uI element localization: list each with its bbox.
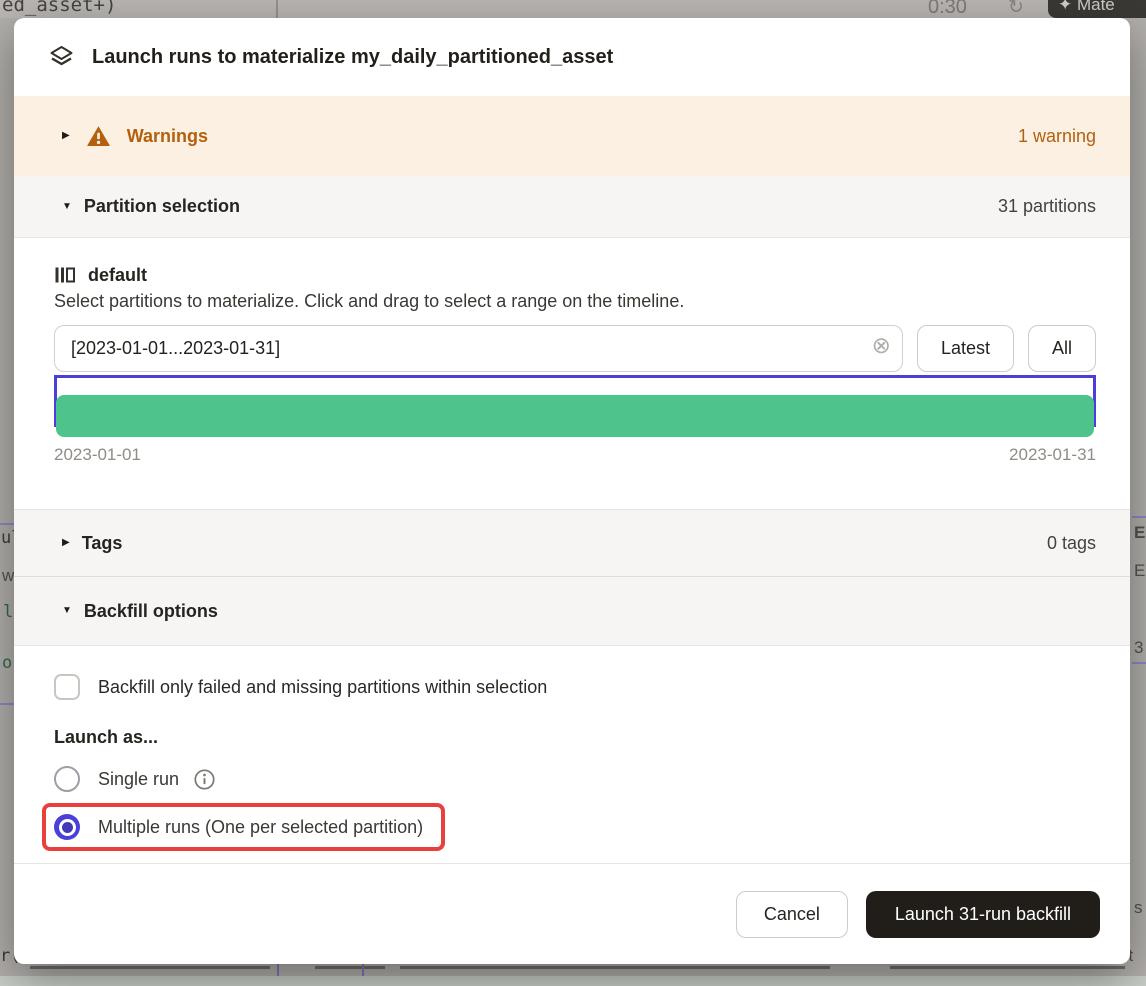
- partition-dimension-icon: [54, 264, 76, 286]
- backfill-options-label: Backfill options: [84, 601, 218, 622]
- background-clipped-text: [890, 966, 1125, 969]
- warnings-count: 1 warning: [1018, 126, 1096, 147]
- info-icon[interactable]: [193, 768, 216, 791]
- failed-missing-checkbox[interactable]: [54, 674, 80, 700]
- background-clipped-text: [400, 966, 830, 969]
- tags-count: 0 tags: [1047, 533, 1096, 554]
- partition-timeline[interactable]: [54, 375, 1096, 437]
- warnings-section-header[interactable]: ▶ Warnings 1 warning: [14, 96, 1130, 176]
- partition-range-input[interactable]: [54, 325, 903, 372]
- cancel-button[interactable]: Cancel: [736, 891, 848, 938]
- dialog-title: Launch runs to materialize my_daily_part…: [92, 46, 613, 69]
- picker-helper-text: Select partitions to materialize. Click …: [54, 291, 1096, 312]
- background-left-fragment: o: [2, 653, 12, 673]
- caret-down-icon: ▼: [62, 606, 72, 616]
- background-line: [1132, 662, 1146, 664]
- tags-section-header[interactable]: ▶ Tags 0 tags: [14, 509, 1130, 577]
- materialize-button-label: ✦ Mate: [1058, 0, 1115, 15]
- multiple-runs-label: Multiple runs (One per selected partitio…: [98, 817, 423, 838]
- single-run-label: Single run: [98, 769, 179, 790]
- clear-input-icon[interactable]: ⊗: [872, 335, 891, 358]
- background-left-fragment: w: [2, 566, 14, 586]
- all-button[interactable]: All: [1028, 325, 1096, 372]
- background-right-fragment: E: [1134, 523, 1145, 543]
- background-asset-name-fragment: ed_asset+): [2, 0, 116, 16]
- background-line: [0, 523, 14, 525]
- multiple-runs-radio[interactable]: [54, 814, 80, 840]
- tags-label: Tags: [82, 533, 123, 554]
- timeline-start-label: 2023-01-01: [54, 445, 141, 465]
- failed-missing-checkbox-label: Backfill only failed and missing partiti…: [98, 677, 547, 698]
- background-clipped-text: [315, 966, 385, 969]
- background-right-fragment: s: [1134, 898, 1143, 918]
- partition-picker: default Select partitions to materialize…: [14, 238, 1130, 509]
- timeline-end-label: 2023-01-31: [1009, 445, 1096, 465]
- refresh-countdown: 0:30: [928, 0, 967, 19]
- launch-backfill-dialog: Launch runs to materialize my_daily_part…: [14, 18, 1130, 964]
- partition-selection-label: Partition selection: [84, 196, 240, 217]
- warnings-label: Warnings: [127, 126, 208, 147]
- caret-right-icon: ▶: [62, 538, 70, 548]
- caret-right-icon: ▶: [62, 131, 70, 141]
- asset-layers-icon: [48, 44, 75, 71]
- background-bottom-band: [0, 976, 1146, 986]
- timeline-partition-bar[interactable]: [56, 395, 1094, 437]
- background-divider: [276, 0, 278, 18]
- backfill-options-body: Backfill only failed and missing partiti…: [14, 646, 1130, 863]
- latest-button[interactable]: Latest: [917, 325, 1014, 372]
- background-clipped-text: [30, 966, 270, 969]
- background-line: [1132, 516, 1146, 518]
- dimension-name: default: [88, 265, 147, 286]
- dialog-header: Launch runs to materialize my_daily_part…: [14, 18, 1130, 96]
- warning-triangle-icon: [86, 124, 111, 148]
- multiple-runs-highlight-box: Multiple runs (One per selected partitio…: [42, 803, 445, 851]
- single-run-radio[interactable]: [54, 766, 80, 792]
- background-topbar: ed_asset+) 0:30 ↻ ✦ Mate: [0, 0, 1146, 18]
- caret-down-icon: ▼: [62, 202, 72, 212]
- background-right-fragment: 3: [1134, 638, 1143, 658]
- partition-count: 31 partitions: [998, 196, 1096, 217]
- partition-selection-section-header[interactable]: ▼ Partition selection 31 partitions: [14, 176, 1130, 238]
- launch-as-label: Launch as...: [54, 727, 1096, 748]
- background-left-fragment: l: [3, 602, 13, 622]
- backfill-options-section-header[interactable]: ▼ Backfill options: [14, 577, 1130, 646]
- launch-backfill-button[interactable]: Launch 31-run backfill: [866, 891, 1100, 938]
- refresh-icon: ↻: [1008, 0, 1024, 19]
- background-right-fragment: E: [1134, 561, 1145, 581]
- dialog-footer: Cancel Launch 31-run backfill: [14, 863, 1130, 964]
- materialize-button-fragment: ✦ Mate: [1048, 0, 1146, 18]
- background-line: [0, 703, 14, 705]
